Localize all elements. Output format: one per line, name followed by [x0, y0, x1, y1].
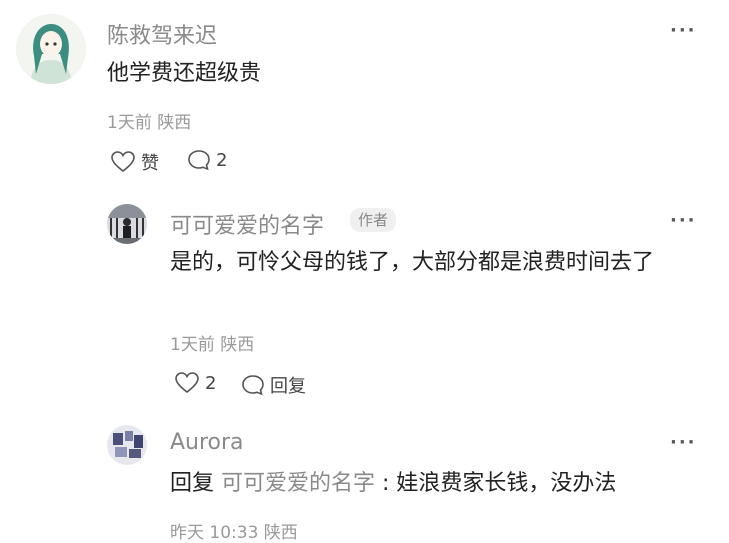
- comment-count: 2: [216, 149, 228, 171]
- reply-prefix: 回复: [170, 471, 215, 496]
- avatar[interactable]: [16, 14, 86, 84]
- avatar[interactable]: [107, 425, 147, 465]
- comment-text: 他学费还超级贵: [107, 61, 262, 86]
- comment-author[interactable]: 可可爱爱的名字: [170, 208, 324, 240]
- comment-author[interactable]: Aurora: [170, 430, 244, 455]
- comment-bubble-icon: [187, 149, 211, 171]
- more-options-button[interactable]: ···: [670, 432, 697, 453]
- comment-meta: 1天前 陕西: [107, 113, 192, 133]
- comment-text: 是的，可怜父母的钱了，大部分都是浪费时间去了: [170, 250, 655, 275]
- comment-author[interactable]: 陈救驾来迟: [107, 18, 217, 50]
- author-badge: 作者: [350, 208, 397, 232]
- reply-text: : 娃浪费家长钱，没办法: [382, 471, 617, 496]
- comment-meta: 1天前 陕西: [170, 335, 255, 355]
- reply-button[interactable]: 回复: [241, 372, 306, 398]
- like-label: 赞: [141, 153, 159, 174]
- comment-text: 回复 可可爱爱的名字 : 娃浪费家长钱，没办法: [170, 466, 616, 502]
- comment-meta: 昨天 10:33 陕西: [170, 523, 298, 543]
- heart-icon: [175, 372, 199, 394]
- comment-count-button[interactable]: 2: [187, 149, 227, 171]
- reply-target-user[interactable]: 可可爱爱的名字: [221, 471, 375, 496]
- like-button[interactable]: 2: [175, 372, 216, 394]
- comment-bubble-icon: [241, 374, 265, 396]
- more-options-button[interactable]: ···: [670, 20, 697, 41]
- like-count: 2: [205, 372, 217, 394]
- reply-label: 回复: [270, 376, 306, 397]
- like-button[interactable]: 赞: [111, 149, 159, 175]
- heart-icon: [111, 151, 135, 173]
- avatar[interactable]: [107, 204, 147, 244]
- more-options-button[interactable]: ···: [670, 210, 697, 231]
